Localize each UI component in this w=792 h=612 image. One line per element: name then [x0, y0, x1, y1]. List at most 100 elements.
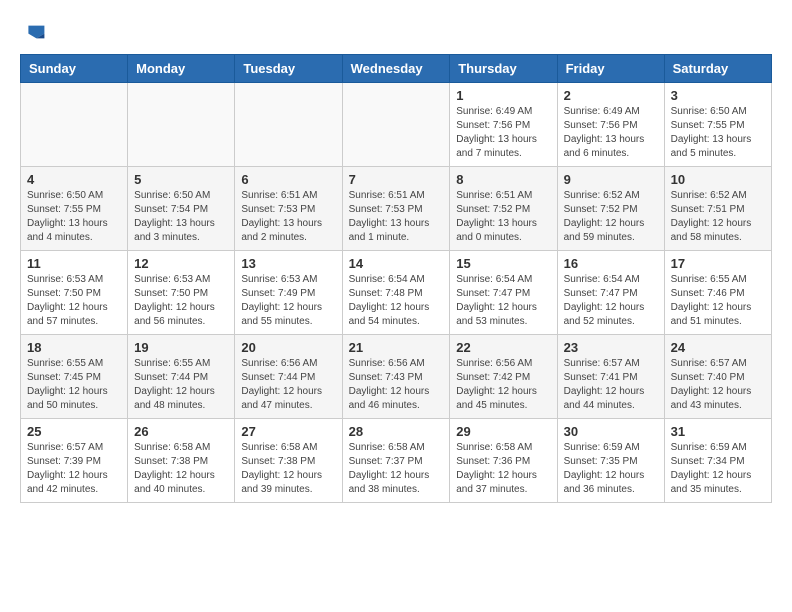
day-number: 13 — [241, 256, 335, 271]
day-info: Sunrise: 6:57 AM Sunset: 7:41 PM Dayligh… — [564, 357, 658, 413]
day-header-tuesday: Tuesday — [235, 55, 342, 83]
calendar-cell: 8 Sunrise: 6:51 AM Sunset: 7:52 PM Daylig… — [450, 167, 557, 251]
calendar-cell — [128, 83, 235, 167]
day-number: 11 — [27, 256, 121, 271]
day-info: Sunrise: 6:58 AM Sunset: 7:36 PM Dayligh… — [456, 441, 550, 497]
calendar-cell: 4Sunrise: 6:50 AM Sunset: 7:55 PM Daylig… — [21, 167, 128, 251]
calendar-cell: 14Sunrise: 6:54 AM Sunset: 7:48 PM Dayli… — [342, 251, 450, 335]
day-header-monday: Monday — [128, 55, 235, 83]
day-info: Sunrise: 6:54 AM Sunset: 7:47 PM Dayligh… — [564, 273, 658, 329]
page-header — [20, 20, 772, 44]
calendar-week-2: 4Sunrise: 6:50 AM Sunset: 7:55 PM Daylig… — [21, 167, 772, 251]
day-header-friday: Friday — [557, 55, 664, 83]
calendar-week-1: 1Sunrise: 6:49 AM Sunset: 7:56 PM Daylig… — [21, 83, 772, 167]
day-info: Sunrise: 6:56 AM Sunset: 7:44 PM Dayligh… — [241, 357, 335, 413]
day-number: 31 — [671, 424, 765, 439]
logo-icon — [22, 20, 46, 44]
day-info: Sunrise: 6:57 AM Sunset: 7:39 PM Dayligh… — [27, 441, 121, 497]
calendar-week-3: 11 Sunrise: 6:53 AM Sunset: 7:50 PM Dayli… — [21, 251, 772, 335]
day-number: 17 — [671, 256, 765, 271]
day-info: Sunrise: 6:58 AM Sunset: 7:38 PM Dayligh… — [241, 441, 335, 497]
day-info: Sunrise: 6:55 AM Sunset: 7:44 PM Dayligh… — [134, 357, 228, 413]
calendar-cell: 20 Sunrise: 6:56 AM Sunset: 7:44 PM Dayli… — [235, 335, 342, 419]
day-number: 23 — [564, 340, 658, 355]
day-info: Sunrise: 6:59 AM Sunset: 7:35 PM Dayligh… — [564, 441, 658, 497]
day-number: 7 — [349, 172, 444, 187]
calendar-cell: 22 Sunrise: 6:56 AM Sunset: 7:42 PM Dayli… — [450, 335, 557, 419]
day-info: Sunrise: 6:50 AM Sunset: 7:54 PM Dayligh… — [134, 189, 228, 245]
calendar-cell — [235, 83, 342, 167]
calendar-cell: 18 Sunrise: 6:55 AM Sunset: 7:45 PM Dayli… — [21, 335, 128, 419]
day-number: 22 — [456, 340, 550, 355]
day-header-thursday: Thursday — [450, 55, 557, 83]
day-number: 3 — [671, 88, 765, 103]
day-info: Sunrise: 6:50 AM Sunset: 7:55 PM Dayligh… — [671, 105, 765, 161]
calendar-cell: 26 Sunrise: 6:58 AM Sunset: 7:38 PM Dayli… — [128, 419, 235, 503]
calendar-cell: 11 Sunrise: 6:53 AM Sunset: 7:50 PM Dayli… — [21, 251, 128, 335]
logo — [20, 20, 46, 44]
day-number: 28 — [349, 424, 444, 439]
calendar-header-row: SundayMondayTuesdayWednesdayThursdayFrid… — [21, 55, 772, 83]
calendar-cell: 28 Sunrise: 6:58 AM Sunset: 7:37 PM Dayli… — [342, 419, 450, 503]
calendar-cell: 27 Sunrise: 6:58 AM Sunset: 7:38 PM Dayli… — [235, 419, 342, 503]
day-info: Sunrise: 6:50 AM Sunset: 7:55 PM Dayligh… — [27, 189, 121, 245]
day-info: Sunrise: 6:52 AM Sunset: 7:51 PM Dayligh… — [671, 189, 765, 245]
calendar-cell: 16 Sunrise: 6:54 AM Sunset: 7:47 PM Dayli… — [557, 251, 664, 335]
day-number: 15 — [456, 256, 550, 271]
day-number: 25 — [27, 424, 121, 439]
day-number: 5 — [134, 172, 228, 187]
day-info: Sunrise: 6:53 AM Sunset: 7:50 PM Dayligh… — [27, 273, 121, 329]
calendar-cell: 1Sunrise: 6:49 AM Sunset: 7:56 PM Daylig… — [450, 83, 557, 167]
day-number: 12 — [134, 256, 228, 271]
calendar-cell: 10 Sunrise: 6:52 AM Sunset: 7:51 PM Dayli… — [664, 167, 771, 251]
day-info: Sunrise: 6:54 AM Sunset: 7:48 PM Dayligh… — [349, 273, 444, 329]
calendar-cell: 7 Sunrise: 6:51 AM Sunset: 7:53 PM Daylig… — [342, 167, 450, 251]
calendar-cell: 9 Sunrise: 6:52 AM Sunset: 7:52 PM Daylig… — [557, 167, 664, 251]
day-header-wednesday: Wednesday — [342, 55, 450, 83]
day-info: Sunrise: 6:57 AM Sunset: 7:40 PM Dayligh… — [671, 357, 765, 413]
day-number: 8 — [456, 172, 550, 187]
day-info: Sunrise: 6:51 AM Sunset: 7:52 PM Dayligh… — [456, 189, 550, 245]
day-number: 21 — [349, 340, 444, 355]
day-number: 26 — [134, 424, 228, 439]
day-info: Sunrise: 6:49 AM Sunset: 7:56 PM Dayligh… — [564, 105, 658, 161]
day-number: 20 — [241, 340, 335, 355]
day-info: Sunrise: 6:58 AM Sunset: 7:37 PM Dayligh… — [349, 441, 444, 497]
calendar-cell: 2 Sunrise: 6:49 AM Sunset: 7:56 PM Daylig… — [557, 83, 664, 167]
calendar-cell: 21 Sunrise: 6:56 AM Sunset: 7:43 PM Dayli… — [342, 335, 450, 419]
day-info: Sunrise: 6:56 AM Sunset: 7:43 PM Dayligh… — [349, 357, 444, 413]
day-number: 2 — [564, 88, 658, 103]
day-info: Sunrise: 6:54 AM Sunset: 7:47 PM Dayligh… — [456, 273, 550, 329]
calendar-cell: 25 Sunrise: 6:57 AM Sunset: 7:39 PM Dayli… — [21, 419, 128, 503]
calendar-cell: 30 Sunrise: 6:59 AM Sunset: 7:35 PM Dayli… — [557, 419, 664, 503]
calendar-cell: 15 Sunrise: 6:54 AM Sunset: 7:47 PM Dayli… — [450, 251, 557, 335]
day-number: 18 — [27, 340, 121, 355]
day-number: 27 — [241, 424, 335, 439]
calendar-week-4: 18 Sunrise: 6:55 AM Sunset: 7:45 PM Dayli… — [21, 335, 772, 419]
day-number: 30 — [564, 424, 658, 439]
day-info: Sunrise: 6:52 AM Sunset: 7:52 PM Dayligh… — [564, 189, 658, 245]
day-header-saturday: Saturday — [664, 55, 771, 83]
calendar-cell: 19 Sunrise: 6:55 AM Sunset: 7:44 PM Dayli… — [128, 335, 235, 419]
day-info: Sunrise: 6:59 AM Sunset: 7:34 PM Dayligh… — [671, 441, 765, 497]
calendar-cell: 17 Sunrise: 6:55 AM Sunset: 7:46 PM Dayli… — [664, 251, 771, 335]
day-info: Sunrise: 6:55 AM Sunset: 7:45 PM Dayligh… — [27, 357, 121, 413]
calendar-cell: 23 Sunrise: 6:57 AM Sunset: 7:41 PM Dayli… — [557, 335, 664, 419]
day-info: Sunrise: 6:49 AM Sunset: 7:56 PM Dayligh… — [456, 105, 550, 161]
calendar-cell: 6Sunrise: 6:51 AM Sunset: 7:53 PM Daylig… — [235, 167, 342, 251]
calendar-table: SundayMondayTuesdayWednesdayThursdayFrid… — [20, 54, 772, 503]
day-number: 29 — [456, 424, 550, 439]
day-number: 10 — [671, 172, 765, 187]
day-number: 16 — [564, 256, 658, 271]
calendar-week-5: 25 Sunrise: 6:57 AM Sunset: 7:39 PM Dayli… — [21, 419, 772, 503]
day-number: 9 — [564, 172, 658, 187]
day-info: Sunrise: 6:51 AM Sunset: 7:53 PM Dayligh… — [349, 189, 444, 245]
calendar-cell: 5 Sunrise: 6:50 AM Sunset: 7:54 PM Daylig… — [128, 167, 235, 251]
calendar-cell — [21, 83, 128, 167]
day-info: Sunrise: 6:56 AM Sunset: 7:42 PM Dayligh… — [456, 357, 550, 413]
day-number: 19 — [134, 340, 228, 355]
day-info: Sunrise: 6:55 AM Sunset: 7:46 PM Dayligh… — [671, 273, 765, 329]
calendar-cell — [342, 83, 450, 167]
day-info: Sunrise: 6:58 AM Sunset: 7:38 PM Dayligh… — [134, 441, 228, 497]
day-info: Sunrise: 6:53 AM Sunset: 7:50 PM Dayligh… — [134, 273, 228, 329]
